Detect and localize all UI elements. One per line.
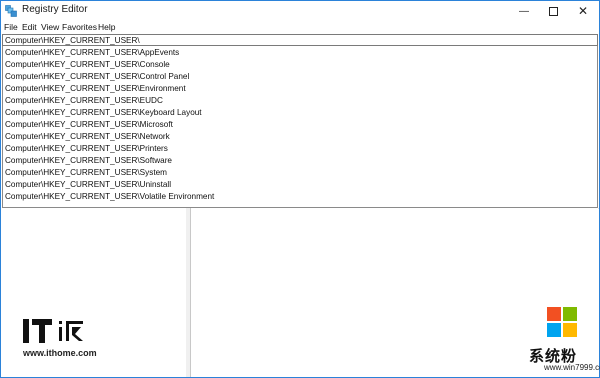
- suggestion-item[interactable]: Computer\HKEY_CURRENT_USER\Console: [5, 60, 170, 72]
- address-input[interactable]: [5, 35, 405, 45]
- suggestion-item[interactable]: Computer\HKEY_CURRENT_USER\EUDC: [5, 96, 163, 108]
- suggestion-item[interactable]: Computer\HKEY_CURRENT_USER\Network: [5, 132, 170, 144]
- menu-help[interactable]: Help: [98, 22, 115, 32]
- minimize-button[interactable]: —: [511, 1, 537, 21]
- menu-edit[interactable]: Edit: [22, 22, 37, 32]
- title-bar[interactable]: Registry Editor — ✕: [1, 1, 599, 21]
- suggestion-item[interactable]: Computer\HKEY_CURRENT_USER\Uninstall: [5, 180, 171, 192]
- close-icon: ✕: [577, 4, 589, 18]
- suggestion-item[interactable]: Computer\HKEY_CURRENT_USER\Microsoft: [5, 120, 173, 132]
- suggestion-item[interactable]: Computer\HKEY_CURRENT_USER\Software: [5, 156, 172, 168]
- minimize-icon: —: [519, 5, 529, 17]
- suggestion-item[interactable]: Computer\HKEY_CURRENT_USER\Environment: [5, 84, 186, 96]
- address-suggestions-dropdown: Computer\HKEY_CURRENT_USER\AppEvents Com…: [2, 46, 598, 208]
- suggestion-item[interactable]: Computer\HKEY_CURRENT_USER\AppEvents: [5, 48, 179, 60]
- suggestion-item[interactable]: Computer\HKEY_CURRENT_USER\Volatile Envi…: [5, 192, 214, 204]
- suggestion-item[interactable]: Computer\HKEY_CURRENT_USER\System: [5, 168, 167, 180]
- suggestion-item[interactable]: Computer\HKEY_CURRENT_USER\Printers: [5, 144, 168, 156]
- maximize-icon: [548, 6, 558, 16]
- menu-view[interactable]: View: [41, 22, 59, 32]
- suggestion-item[interactable]: Computer\HKEY_CURRENT_USER\Keyboard Layo…: [5, 108, 202, 120]
- menu-favorites[interactable]: Favorites: [62, 22, 97, 32]
- ithome-url: www.ithome.com: [23, 348, 97, 358]
- suggestion-item[interactable]: Computer\HKEY_CURRENT_USER\Control Panel: [5, 72, 189, 84]
- registry-editor-icon: [5, 5, 17, 17]
- address-bar[interactable]: [2, 34, 598, 46]
- menu-file[interactable]: File: [4, 22, 18, 32]
- registry-editor-window: Registry Editor — ✕ File Edit View Favor…: [0, 0, 600, 378]
- window-title: Registry Editor: [22, 4, 88, 15]
- windows-logo-icon: [547, 307, 577, 337]
- menu-bar: File Edit View Favorites Help: [1, 21, 599, 34]
- xitong-url: www.win7999.com: [544, 363, 600, 372]
- close-button[interactable]: ✕: [570, 1, 596, 21]
- ithome-logo: [23, 319, 83, 343]
- maximize-button[interactable]: [540, 1, 566, 21]
